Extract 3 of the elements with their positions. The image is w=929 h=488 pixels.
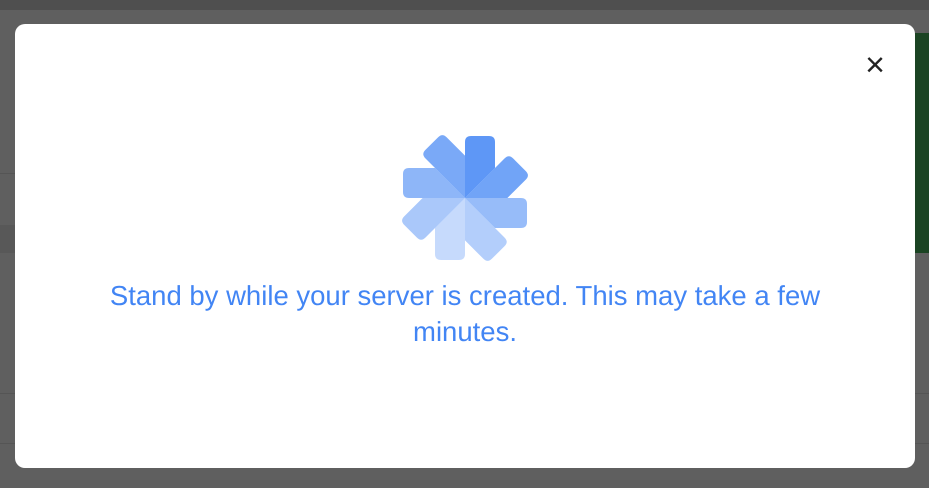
logo-icon (401, 134, 529, 262)
close-button[interactable]: × (861, 48, 889, 82)
status-message: Stand by while your server is created. This may take a few minutes. (108, 279, 822, 349)
